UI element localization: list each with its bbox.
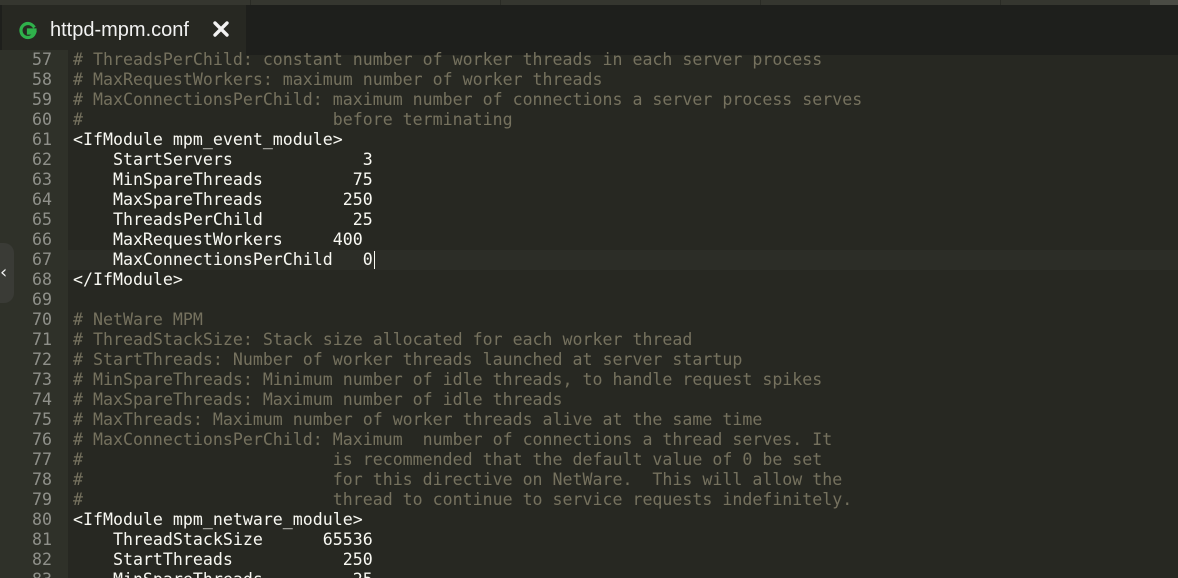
line-number: 60 [32, 110, 52, 129]
code-line[interactable]: 69 [0, 290, 1178, 310]
code-line[interactable]: 58 # MaxRequestWorkers: maximum number of… [0, 70, 1178, 90]
code-line[interactable]: 83 MinSpareThreads 25 [0, 570, 1178, 578]
code-line[interactable]: 79 # thread to continue to service reques… [0, 490, 1178, 510]
comment-text: # before terminating [73, 110, 513, 129]
directive-text: StartThreads 250 [73, 550, 373, 569]
comment-text: # StartThreads: Number of worker threads… [73, 350, 743, 369]
comment-text: # MaxRequestWorkers: maximum number of w… [73, 70, 603, 89]
comment-text: # ThreadStackSize: Stack size allocated … [73, 330, 693, 349]
tab-strip-end [1150, 0, 1178, 5]
line-number: 80 [32, 510, 52, 529]
tab-separator [760, 0, 761, 5]
directive-text: MaxRequestWorkers 400 [73, 230, 363, 249]
tab-separator [500, 0, 501, 5]
editor-window: httpd-mpm.conf 57 # ThreadsPerChild: cons… [0, 0, 1178, 578]
code-line[interactable]: 81 ThreadStackSize 65536 [0, 530, 1178, 550]
comment-text: # NetWare MPM [73, 310, 203, 329]
tab-title: httpd-mpm.conf [50, 19, 189, 41]
code-line[interactable]: 68 </IfModule> [0, 270, 1178, 290]
comment-text: # MaxConnectionsPerChild: Maximum number… [73, 430, 833, 449]
line-number: 59 [32, 90, 52, 109]
tab-separator [250, 0, 251, 5]
directive-text: ThreadsPerChild 25 [73, 210, 373, 229]
comment-text: # MinSpareThreads: Minimum number of idl… [73, 370, 823, 389]
code-line[interactable]: 70 # NetWare MPM [0, 310, 1178, 330]
line-number: 73 [32, 370, 52, 389]
line-number: 57 [32, 50, 52, 69]
directive-text: ThreadStackSize 65536 [73, 530, 373, 549]
code-line[interactable]: 74 # MaxSpareThreads: Maximum number of i… [0, 390, 1178, 410]
directive-text: StartServers 3 [73, 150, 373, 169]
line-number: 58 [32, 70, 52, 89]
tab-httpd-mpm-conf[interactable]: httpd-mpm.conf [2, 5, 246, 55]
line-number: 77 [32, 450, 52, 469]
close-icon[interactable] [212, 20, 230, 38]
comment-text: # MaxSpareThreads: Maximum number of idl… [73, 390, 563, 409]
code-line[interactable]: 78 # for this directive on NetWare. This … [0, 470, 1178, 490]
line-number: 62 [32, 150, 52, 169]
code-line[interactable]: 71 # ThreadStackSize: Stack size allocate… [0, 330, 1178, 350]
directive-text: MaxConnectionsPerChild 0 [73, 250, 373, 269]
module-tag-text: <IfModule mpm_netware_module> [73, 510, 363, 529]
line-number: 79 [32, 490, 52, 509]
code-line[interactable]: 73 # MinSpareThreads: Minimum number of i… [0, 370, 1178, 390]
code-line[interactable]: 65 ThreadsPerChild 25 [0, 210, 1178, 230]
comment-text: # is recommended that the default value … [73, 450, 823, 469]
line-number: 63 [32, 170, 52, 189]
module-tag-text: </IfModule> [73, 270, 183, 289]
line-number: 61 [32, 130, 52, 149]
code-line[interactable]: 67 MaxConnectionsPerChild 0 [0, 250, 1178, 270]
line-number: 75 [32, 410, 52, 429]
directive-text: MinSpareThreads 25 [73, 570, 373, 578]
code-line[interactable]: 77 # is recommended that the default valu… [0, 450, 1178, 470]
code-line[interactable]: 72 # StartThreads: Number of worker threa… [0, 350, 1178, 370]
code-line[interactable]: 75 # MaxThreads: Maximum number of worker… [0, 410, 1178, 430]
code-line[interactable]: 59 # MaxConnectionsPerChild: maximum numb… [0, 90, 1178, 110]
tab-separator [1000, 0, 1001, 5]
line-number: 64 [32, 190, 52, 209]
code-line[interactable]: 63 MinSpareThreads 75 [0, 170, 1178, 190]
line-number: 83 [0, 570, 52, 578]
code-line[interactable]: 62 StartServers 3 [0, 150, 1178, 170]
tab-bar: httpd-mpm.conf [0, 0, 1178, 55]
code-line[interactable]: 61 <IfModule mpm_event_module> [0, 130, 1178, 150]
g-icon [18, 21, 38, 41]
line-number: 82 [32, 550, 52, 569]
code-line[interactable]: 64 MaxSpareThreads 250 [0, 190, 1178, 210]
code-line[interactable]: 57 # ThreadsPerChild: constant number of … [0, 50, 1178, 70]
line-number: 81 [32, 530, 52, 549]
comment-text: # MaxThreads: Maximum number of worker t… [73, 410, 763, 429]
code-editor[interactable]: 57 # ThreadsPerChild: constant number of … [0, 50, 1178, 578]
line-number: 72 [32, 350, 52, 369]
sidebar-toggle-button[interactable]: ‹ [0, 243, 14, 303]
comment-text: # for this directive on NetWare. This wi… [73, 470, 843, 489]
line-number: 78 [32, 470, 52, 489]
comment-text: # thread to continue to service requests… [73, 490, 853, 509]
chevron-left-icon: ‹ [0, 262, 8, 283]
line-number: 76 [32, 430, 52, 449]
line-number: 70 [32, 310, 52, 329]
line-number: 74 [32, 390, 52, 409]
code-line[interactable]: 80 <IfModule mpm_netware_module> [0, 510, 1178, 530]
line-number: 71 [32, 330, 52, 349]
directive-text: MaxSpareThreads 250 [73, 190, 373, 209]
line-number: 65 [32, 210, 52, 229]
text-cursor [374, 251, 375, 269]
code-line[interactable]: 82 StartThreads 250 [0, 550, 1178, 570]
code-line[interactable]: 66 MaxRequestWorkers 400 [0, 230, 1178, 250]
code-line[interactable]: 60 # before terminating [0, 110, 1178, 130]
comment-text: # ThreadsPerChild: constant number of wo… [73, 50, 823, 69]
directive-text: MinSpareThreads 75 [73, 170, 373, 189]
comment-text: # MaxConnectionsPerChild: maximum number… [73, 90, 863, 109]
code-line[interactable]: 76 # MaxConnectionsPerChild: Maximum numb… [0, 430, 1178, 450]
module-tag-text: <IfModule mpm_event_module> [73, 130, 343, 149]
